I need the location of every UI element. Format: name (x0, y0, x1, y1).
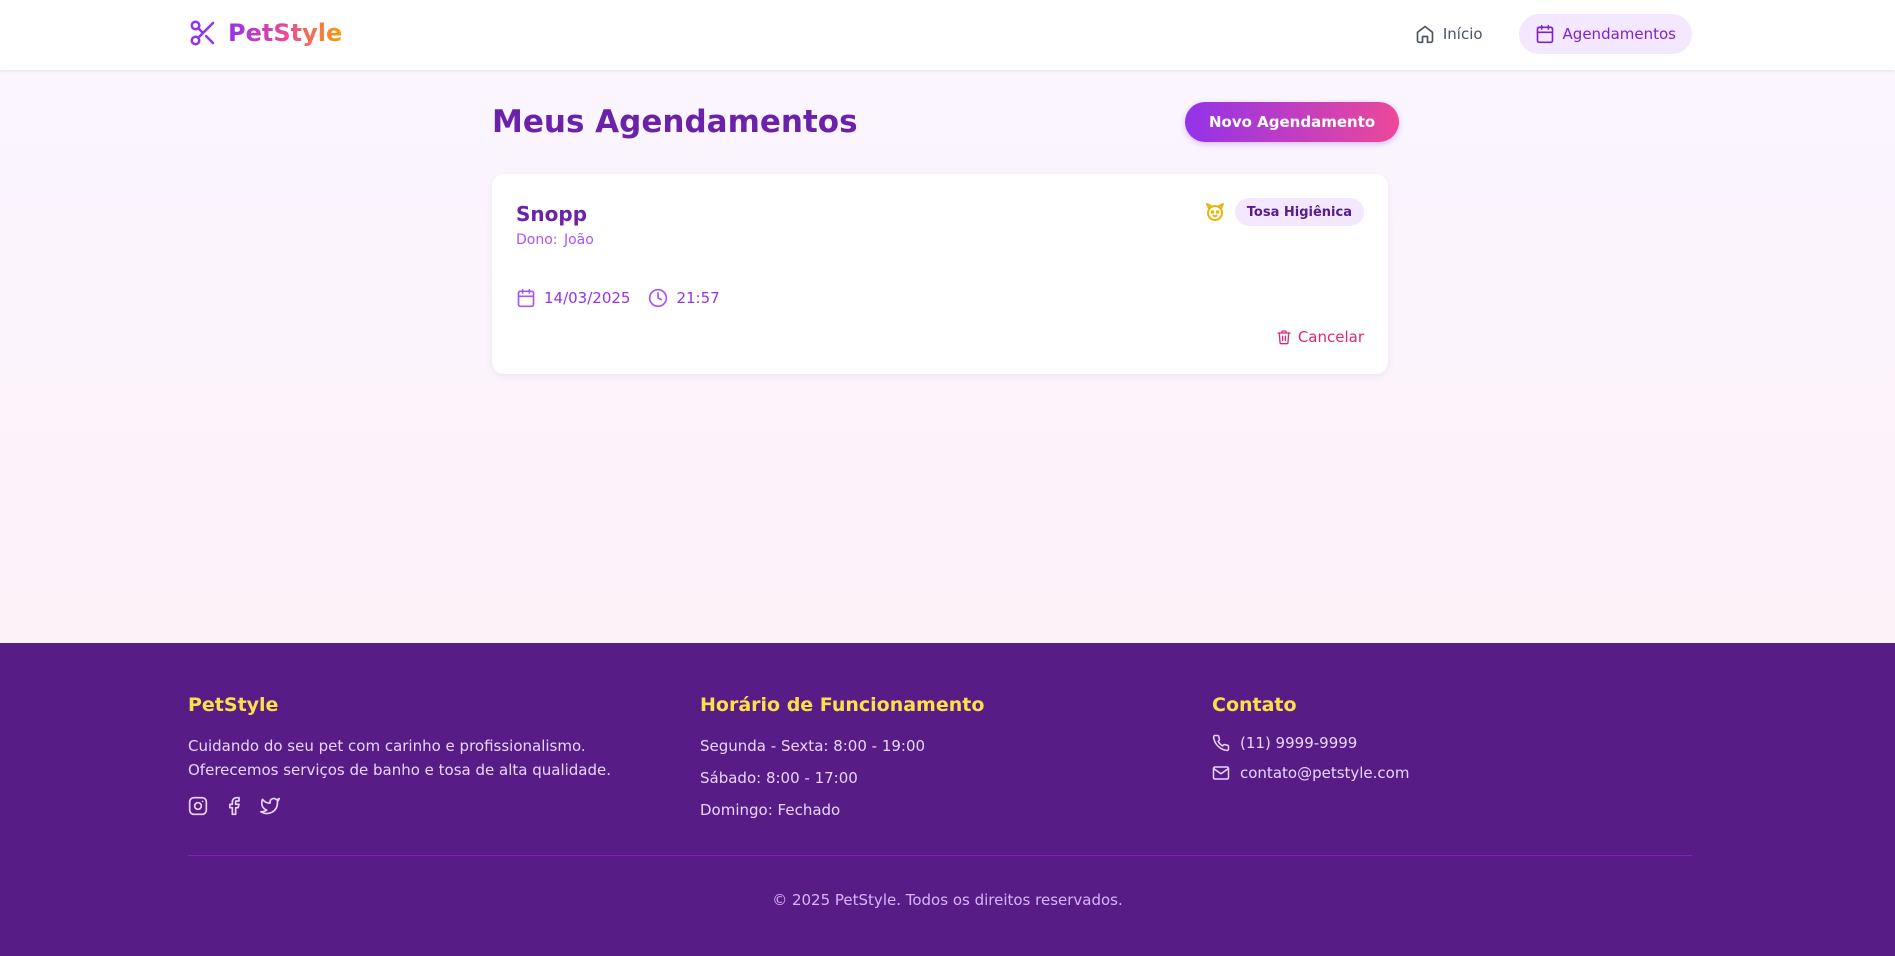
top-navbar: PetStyle Início Agendamentos (0, 0, 1895, 70)
phone-icon (1212, 734, 1230, 752)
cancel-appointment-button[interactable]: Cancelar (1276, 328, 1364, 346)
scissors-icon (190, 20, 215, 46)
instagram-link[interactable] (188, 796, 208, 820)
main-content: Meus Agendamentos Novo Agendamento Snopp… (0, 70, 1895, 643)
hours-line: Domingo: Fechado (700, 801, 841, 819)
footer-divider (188, 855, 1692, 856)
facebook-link[interactable] (224, 796, 244, 820)
footer-description: Cuidando do seu pet com carinho e profis… (188, 737, 612, 779)
appointment-card: Snopp Dono: João Tosa Higiênica 14/03/20… (492, 174, 1388, 374)
dog-face-icon (1205, 203, 1224, 221)
page-title: Meus Agendamentos (492, 104, 858, 140)
pet-name: Snopp (516, 202, 588, 226)
service-info: Tosa Higiênica (1203, 198, 1364, 226)
twitter-link[interactable] (260, 796, 280, 820)
phone-text: (11) 9999-9999 (1240, 734, 1358, 752)
clock-icon (649, 288, 668, 308)
appointment-meta: 14/03/2025 21:57 (516, 288, 720, 308)
calendar-icon (517, 288, 535, 308)
footer-brand-title: PetStyle (188, 694, 279, 716)
logo-link[interactable]: PetStyle (188, 18, 342, 48)
main-nav: Início Agendamentos (1399, 14, 1692, 54)
calendar-icon (1536, 24, 1553, 44)
cancel-label: Cancelar (1297, 328, 1364, 346)
nav-item-label: Agendamentos (1562, 25, 1676, 43)
twitter-icon (260, 797, 280, 815)
nav-item-label: Início (1442, 25, 1483, 43)
site-footer: PetStyle Cuidando do seu pet com carinho… (0, 643, 1895, 956)
home-icon (1416, 25, 1434, 44)
footer-hours-title: Horário de Funcionamento (700, 694, 985, 716)
footer-hours: Horário de Funcionamento Segunda - Sexta… (700, 694, 1100, 830)
service-badge: Tosa Higiênica (1234, 198, 1364, 226)
instagram-icon (188, 796, 208, 816)
date-text: 14/03/2025 (544, 289, 631, 307)
nav-item-inicio[interactable]: Início (1399, 14, 1499, 54)
new-appointment-button[interactable]: Novo Agendamento (1185, 102, 1400, 142)
email-text: contato@petstyle.com (1240, 764, 1410, 782)
social-links (188, 796, 658, 820)
footer-contact-title: Contato (1212, 694, 1297, 716)
trash-icon (1277, 330, 1291, 345)
footer-brand: PetStyle Cuidando do seu pet com carinho… (188, 694, 658, 820)
hours-line: Segunda - Sexta: 8:00 - 19:00 (700, 737, 926, 755)
appointment-time: 21:57 (648, 288, 720, 308)
time-text: 21:57 (676, 289, 720, 307)
hours-line: Sábado: 8:00 - 17:00 (700, 769, 858, 787)
owner-label: Dono: (516, 232, 558, 248)
logo-text: PetStyle (228, 19, 343, 47)
mail-icon (1212, 766, 1230, 780)
facebook-icon (229, 796, 240, 816)
owner-name: João (563, 232, 594, 248)
copyright: © 2025 PetStyle. Todos os direitos reser… (772, 891, 1123, 909)
owner-info: Dono: João (516, 232, 594, 248)
footer-contact: Contato (11) 9999-9999 contato@petstyle.… (1212, 694, 1612, 794)
contact-phone: (11) 9999-9999 (1212, 734, 1612, 752)
appointment-date: 14/03/2025 (516, 288, 630, 308)
nav-item-agendamentos[interactable]: Agendamentos (1518, 14, 1692, 54)
contact-email: contato@petstyle.com (1212, 764, 1612, 782)
